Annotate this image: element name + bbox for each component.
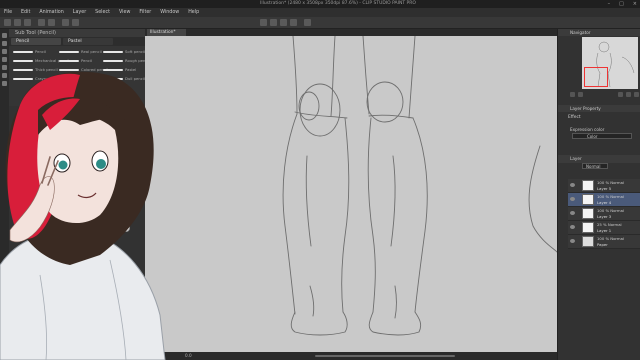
- menu-select[interactable]: Select: [95, 10, 110, 15]
- brush-item[interactable]: Soft pencil: [103, 49, 145, 55]
- menu-help[interactable]: Help: [188, 10, 199, 15]
- zoom-tool-icon[interactable]: [2, 33, 7, 38]
- expression-color-label: Expression color: [570, 127, 605, 132]
- layer-row[interactable]: 100 % Normal Layer 3: [568, 207, 640, 221]
- redo-icon[interactable]: [48, 19, 55, 26]
- snap-icon[interactable]: [260, 19, 267, 26]
- rotate-icon[interactable]: [618, 92, 623, 97]
- snap-grid-icon[interactable]: [280, 19, 287, 26]
- layer-row[interactable]: 100 % Normal Layer 5: [568, 179, 640, 193]
- undo-icon[interactable]: [38, 19, 45, 26]
- navigator-viewport-frame[interactable]: [584, 67, 608, 87]
- layer-name: Layer 5: [597, 186, 612, 191]
- layer-name: Layer 3: [597, 214, 612, 219]
- menu-layer[interactable]: Layer: [73, 10, 86, 15]
- reset-view-icon[interactable]: [634, 92, 639, 97]
- menu-bar: File Edit Animation Layer Select View Fi…: [0, 8, 640, 17]
- brush-item[interactable]: Pencil: [59, 58, 99, 64]
- window-controls: – □ ×: [608, 1, 637, 7]
- command-bar: [0, 17, 640, 29]
- snap-point-icon[interactable]: [290, 19, 297, 26]
- eye-icon[interactable]: [570, 183, 575, 187]
- eye-icon[interactable]: [570, 211, 575, 215]
- window-title: Illustration* (2480 x 3508px 350dpi 87.6…: [260, 1, 416, 6]
- title-bar: Illustration* (2480 x 3508px 350dpi 87.6…: [0, 0, 640, 8]
- layer-thumbnail: [582, 194, 594, 205]
- transform-icon[interactable]: [72, 19, 79, 26]
- layer-mode: 25 % Normal: [597, 222, 622, 227]
- brush-item[interactable]: Rough pencil: [103, 58, 150, 64]
- navigator-header: Navigator: [558, 29, 640, 36]
- menu-animation[interactable]: Animation: [39, 10, 63, 15]
- layer-name: Layer 1: [597, 228, 612, 233]
- close-button[interactable]: ×: [633, 1, 637, 7]
- select-tool-icon[interactable]: [2, 49, 7, 54]
- color-icon[interactable]: [304, 19, 311, 26]
- layer-row[interactable]: 25 % Normal Layer 1: [568, 221, 640, 235]
- navigator-controls: [568, 91, 640, 99]
- save-icon[interactable]: [24, 19, 31, 26]
- layer-mode: 100 % Normal: [597, 194, 625, 199]
- minimize-button[interactable]: –: [608, 1, 611, 7]
- tab-pencil[interactable]: Pencil: [11, 38, 61, 45]
- layer-row[interactable]: 100 % Normal Layer 4: [568, 193, 640, 207]
- document-tab-bar: Illustration*: [145, 29, 557, 36]
- subtool-title: Sub Tool (Pencil): [15, 30, 56, 36]
- vtuber-avatar: [0, 65, 170, 360]
- eye-icon[interactable]: [570, 197, 575, 201]
- brush-item[interactable]: Mechanical pencil: [13, 58, 69, 64]
- document-tab[interactable]: Illustration*: [147, 29, 186, 36]
- subtool-tabs: Pencil Pastel: [9, 37, 145, 46]
- pen-tool-icon[interactable]: [2, 57, 7, 62]
- right-panel: Navigator Layer Property Effect Expressi…: [557, 29, 640, 360]
- menu-view[interactable]: View: [119, 10, 130, 15]
- layer-mode: 100 % Normal: [597, 180, 625, 185]
- layer-mode: 100 % Normal: [597, 236, 625, 241]
- layer-list: 100 % Normal Layer 5 100 % Normal Layer …: [568, 179, 640, 249]
- menu-edit[interactable]: Edit: [21, 10, 30, 15]
- layer-name: Layer 4: [597, 200, 612, 205]
- position-readout: 0.0: [185, 353, 192, 358]
- layer-panel-header: Layer: [558, 155, 640, 163]
- blend-mode-select[interactable]: Normal: [582, 163, 608, 169]
- layer-row[interactable]: 100 % Normal Paper: [568, 235, 640, 249]
- layer-property-header: Layer Property: [558, 105, 640, 112]
- layer-thumbnail: [582, 236, 594, 247]
- flip-icon[interactable]: [626, 92, 631, 97]
- layer-mode: 100 % Normal: [597, 208, 625, 213]
- status-bar: 87.6 0.0: [145, 352, 557, 360]
- layer-thumbnail: [582, 222, 594, 233]
- canvas[interactable]: [145, 36, 557, 352]
- brush-item[interactable]: Real pencil: [59, 49, 102, 55]
- eye-icon[interactable]: [570, 239, 575, 243]
- layer-thumbnail: [582, 208, 594, 219]
- tab-pastel[interactable]: Pastel: [63, 38, 113, 45]
- menu-window[interactable]: Window: [160, 10, 179, 15]
- clear-icon[interactable]: [62, 19, 69, 26]
- move-tool-icon[interactable]: [2, 41, 7, 46]
- layer-thumbnail: [582, 180, 594, 191]
- snap-ruler-icon[interactable]: [270, 19, 277, 26]
- subtool-header: Sub Tool (Pencil): [9, 29, 145, 37]
- expression-color-select[interactable]: Color: [572, 133, 632, 139]
- menu-filter[interactable]: Filter: [139, 10, 151, 15]
- new-file-icon[interactable]: [4, 19, 11, 26]
- open-icon[interactable]: [14, 19, 21, 26]
- zoom-in-icon[interactable]: [578, 92, 583, 97]
- layer-name: Paper: [597, 242, 608, 247]
- brush-item[interactable]: Pencil: [13, 49, 53, 55]
- avatar-illustration: [0, 71, 166, 360]
- zoom-out-icon[interactable]: [570, 92, 575, 97]
- horizontal-scrollbar[interactable]: [315, 355, 455, 357]
- eye-icon[interactable]: [570, 225, 575, 229]
- maximize-button[interactable]: □: [619, 1, 624, 7]
- menu-file[interactable]: File: [4, 10, 12, 15]
- sketch-drawing: [282, 36, 557, 336]
- effect-label: Effect: [568, 115, 581, 120]
